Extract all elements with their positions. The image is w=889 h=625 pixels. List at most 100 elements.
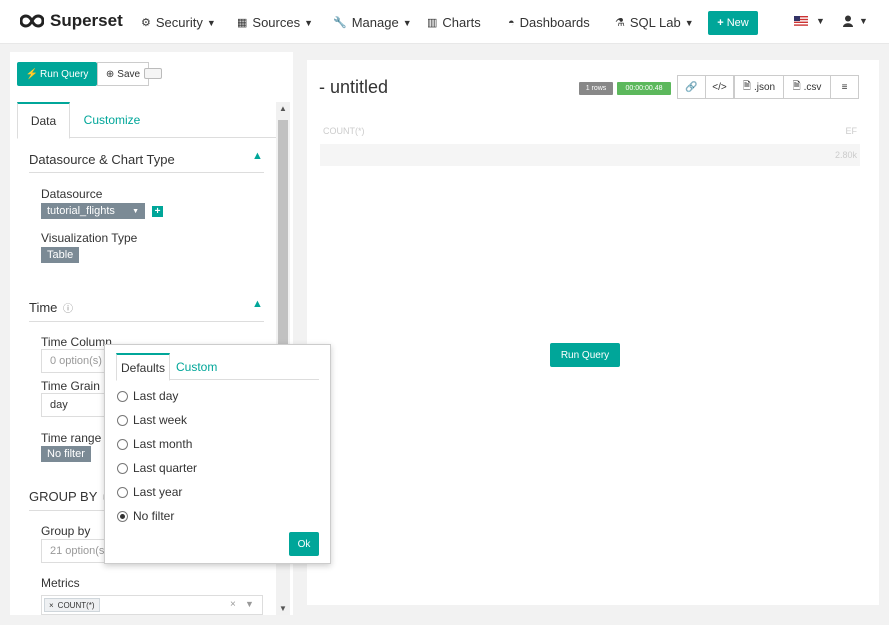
- flask-icon: ⚗: [615, 17, 625, 29]
- chevron-up-icon[interactable]: ▲: [252, 150, 263, 162]
- tab-custom[interactable]: Custom: [176, 353, 217, 380]
- metrics-select[interactable]: × COUNT(*) × ▼: [41, 595, 263, 615]
- chevron-down-icon: ▼: [132, 207, 139, 215]
- column-header[interactable]: EF: [845, 126, 857, 136]
- more-button[interactable]: ≡: [830, 75, 859, 99]
- navbar: Superset ⚙ Security ▼ ▦ Sources ▼ 🔧 Mana…: [0, 0, 889, 44]
- results-panel: - untitled 1 rows 00:00:00.48 🔗 </> 🗎 .j…: [307, 60, 879, 605]
- radio-button[interactable]: [117, 414, 128, 426]
- us-flag-icon: [794, 16, 808, 26]
- time-section-title[interactable]: Time ⓘ: [29, 300, 73, 315]
- new-button[interactable]: + New: [708, 11, 758, 35]
- radio-last-month[interactable]: Last month: [117, 437, 192, 451]
- column-header[interactable]: COUNT(*): [323, 126, 365, 136]
- table-row: 2.80k: [320, 144, 860, 166]
- superset-logo-icon: [20, 14, 44, 28]
- scroll-thumb[interactable]: [278, 120, 288, 350]
- divider: [29, 172, 264, 173]
- chevron-up-icon[interactable]: ▲: [252, 298, 263, 310]
- nav-dashboards-label: Dashboards: [519, 15, 590, 30]
- popover-tabs: Defaults Custom: [116, 353, 319, 381]
- cogs-icon: ⚙: [141, 17, 151, 29]
- nav-sources[interactable]: ▦ Sources ▼: [237, 15, 313, 30]
- time-range-select[interactable]: No filter: [41, 446, 91, 462]
- remove-tag-icon[interactable]: ×: [49, 601, 54, 610]
- table-icon: ▦: [237, 17, 248, 29]
- user-menu[interactable]: ▼: [843, 15, 868, 27]
- tab-defaults[interactable]: Defaults: [116, 353, 170, 381]
- chevron-down-icon: ▼: [816, 16, 825, 26]
- clear-icon[interactable]: ×: [230, 599, 236, 610]
- viz-type-select[interactable]: Table: [41, 247, 80, 263]
- radio-last-year[interactable]: Last year: [117, 485, 182, 499]
- radio-last-quarter[interactable]: Last quarter: [117, 461, 197, 475]
- radio-button[interactable]: [117, 390, 128, 402]
- datasource-select[interactable]: tutorial_flights ▼: [41, 203, 145, 219]
- radio-last-day[interactable]: Last day: [117, 389, 178, 403]
- radio-button[interactable]: [117, 486, 128, 498]
- radio-no-filter[interactable]: No filter: [117, 509, 174, 523]
- groupby-section-title[interactable]: GROUP BY ⓘ: [29, 489, 113, 504]
- radio-button[interactable]: [117, 438, 128, 450]
- radio-label: Last day: [133, 389, 179, 403]
- dashboard-icon: ◓: [508, 16, 515, 29]
- radio-button[interactable]: [117, 462, 128, 474]
- language-menu[interactable]: ▼: [794, 16, 825, 26]
- add-datasource-icon[interactable]: +: [152, 206, 163, 217]
- tab-customize[interactable]: Customize: [75, 102, 149, 138]
- scroll-down-icon[interactable]: ▼: [279, 604, 287, 613]
- group-by-label: Group by: [41, 524, 91, 538]
- nav-charts[interactable]: ▥ Charts: [427, 15, 481, 30]
- nav-sql-lab[interactable]: ⚗ SQL Lab ▼: [615, 15, 694, 30]
- chevron-down-icon: ▼: [206, 17, 216, 28]
- nav-manage[interactable]: 🔧 Manage ▼: [333, 15, 412, 30]
- scroll-up-icon[interactable]: ▲: [279, 104, 287, 113]
- time-range-value: No filter: [47, 448, 85, 460]
- viz-type-value: Table: [47, 249, 74, 261]
- chevron-down-icon[interactable]: ▼: [245, 599, 254, 609]
- nav-security[interactable]: ⚙ Security ▼: [141, 15, 216, 30]
- run-query-center-button[interactable]: Run Query: [550, 343, 620, 367]
- link-icon: 🔗: [685, 81, 698, 93]
- radio-button-selected[interactable]: [117, 510, 128, 522]
- save-button[interactable]: ⊕ Save: [97, 62, 149, 86]
- ok-button[interactable]: Ok: [289, 532, 319, 556]
- keyboard-icon[interactable]: [144, 68, 162, 79]
- tab-data[interactable]: Data: [17, 102, 70, 139]
- plus-circle-icon: ⊕: [105, 68, 115, 80]
- bolt-icon: ⚡: [25, 68, 39, 80]
- metrics-label: Metrics: [41, 576, 80, 590]
- datasource-section-title[interactable]: Datasource & Chart Type: [29, 152, 175, 167]
- json-button[interactable]: 🗎 .json: [734, 75, 784, 99]
- embed-button[interactable]: </>: [705, 75, 734, 99]
- nav-dashboards[interactable]: ◓ Dashboards: [508, 15, 590, 30]
- chevron-down-icon: ▼: [859, 16, 868, 26]
- run-query-button[interactable]: ⚡ Run Query: [17, 62, 97, 86]
- nav-charts-label: Charts: [442, 15, 481, 30]
- run-query-label: Run Query: [40, 68, 89, 80]
- timer-badge: 00:00:00.48: [617, 82, 671, 95]
- chevron-down-icon: ▼: [402, 17, 412, 28]
- file-icon: 🗎: [742, 80, 751, 92]
- brand[interactable]: Superset: [20, 11, 123, 31]
- chevron-down-icon: ▼: [304, 17, 314, 28]
- plus-icon: +: [717, 17, 724, 29]
- groupby-section-label: GROUP BY: [29, 489, 98, 504]
- table-header: COUNT(*) EF: [320, 120, 860, 142]
- time-range-label: Time range: [41, 431, 102, 445]
- json-label: .json: [753, 81, 776, 93]
- metric-tag-label: COUNT(*): [57, 600, 95, 610]
- rows-badge: 1 rows: [579, 82, 613, 95]
- datasource-label: Datasource: [41, 187, 103, 201]
- link-button[interactable]: 🔗: [677, 75, 706, 99]
- chart-title[interactable]: - untitled: [319, 77, 388, 98]
- group-by-placeholder: 21 option(s): [50, 545, 109, 557]
- bar-chart-icon: ▥: [427, 17, 438, 29]
- metric-tag[interactable]: × COUNT(*): [44, 598, 100, 612]
- table-cell: 2.80k: [834, 150, 857, 160]
- csv-button[interactable]: 🗎 .csv: [783, 75, 831, 99]
- radio-last-week[interactable]: Last week: [117, 413, 187, 427]
- chevron-down-icon: ▼: [684, 17, 694, 28]
- radio-label: No filter: [133, 509, 175, 523]
- save-label: Save: [117, 68, 141, 80]
